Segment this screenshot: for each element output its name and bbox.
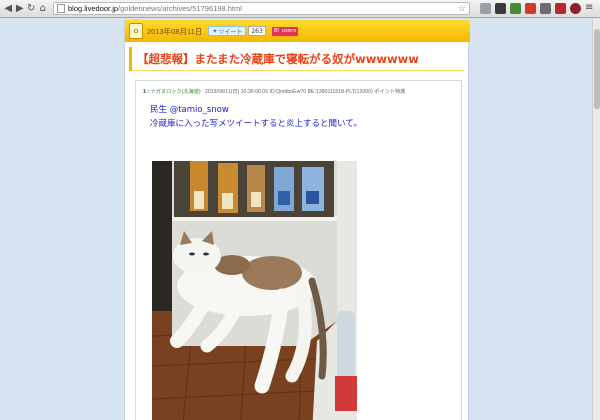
home-icon[interactable]: ⌂ [39,3,48,15]
scrollbar-thumb[interactable] [594,29,600,109]
tweet-label: ツイート [218,28,243,36]
response-body: 民生 @tamio_snow 冷蔵庫に入った写メツイートすると炎上すると聞いて。 [150,103,362,131]
blog-page: ｏ 2013年08月11日 ✦ ツイート 263 B! users 【超悲報】ま… [124,20,470,420]
extension-icons: ≡ [476,3,596,14]
extension-icon[interactable] [480,3,491,14]
url-host: blog.livedoor.jp [68,4,119,13]
twitter-bird-icon: ✦ [212,27,218,35]
extension-icon[interactable] [510,3,521,14]
cat-in-fridge-photo [152,161,357,420]
quote-author: 民生 @tamio_snow [150,105,229,115]
hatena-bookmark-button[interactable]: B! users [271,26,299,36]
response-header: 1 : ナガヌロック(北海道) : 2013/08/11(日) 10:36:00… [143,88,405,95]
post-box: 1 : ナガヌロック(北海道) : 2013/08/11(日) 10:36:00… [135,80,462,420]
bookmark-star-icon[interactable]: ☆ [458,3,466,14]
article-title-wrap: 【超悲報】またまた冷蔵庫で寝転がる奴がwwwwww [129,47,464,71]
page-scrollbar[interactable] [592,19,600,420]
menu-icon[interactable]: ≡ [585,3,596,14]
browser-toolbar: ◀ ▶ ↻ ⌂ blog.livedoor.jp /goldennews/arc… [0,0,600,18]
extension-icon[interactable] [495,3,506,14]
reload-icon[interactable]: ↻ [27,3,36,15]
photo-illustration [152,161,357,420]
extension-icon[interactable] [540,3,551,14]
response-number: 1 : [143,89,150,95]
page-icon [57,4,65,13]
extension-icon[interactable] [555,3,566,14]
back-arrow-icon[interactable]: ◀ [4,3,13,15]
article-title[interactable]: 【超悲報】またまた冷蔵庫で寝転がる奴がwwwwww [137,51,419,67]
extension-icon[interactable] [570,3,581,14]
tweet-button[interactable]: ✦ ツイート [208,26,247,36]
url-path: /goldennews/archives/51796198.html [118,4,242,13]
date-bar: ｏ 2013年08月11日 ✦ ツイート 263 B! users [125,20,470,42]
forward-arrow-icon[interactable]: ▶ [16,3,25,15]
response-name: ナガヌロック(北海道) [150,89,201,95]
tweet-count: 263 [248,26,266,36]
blog-mascot-icon: ｏ [129,23,143,39]
post-date: 2013年08月11日 [147,26,203,36]
address-bar[interactable]: blog.livedoor.jp /goldennews/archives/51… [53,2,470,15]
extension-icon[interactable] [525,3,536,14]
response-meta: : 2013/08/11(日) 10:36:00.09 ID:QmdbnEw70… [202,89,406,95]
quote-text: 冷蔵庫に入った写メツイートすると炎上すると聞いて。 [150,119,362,129]
